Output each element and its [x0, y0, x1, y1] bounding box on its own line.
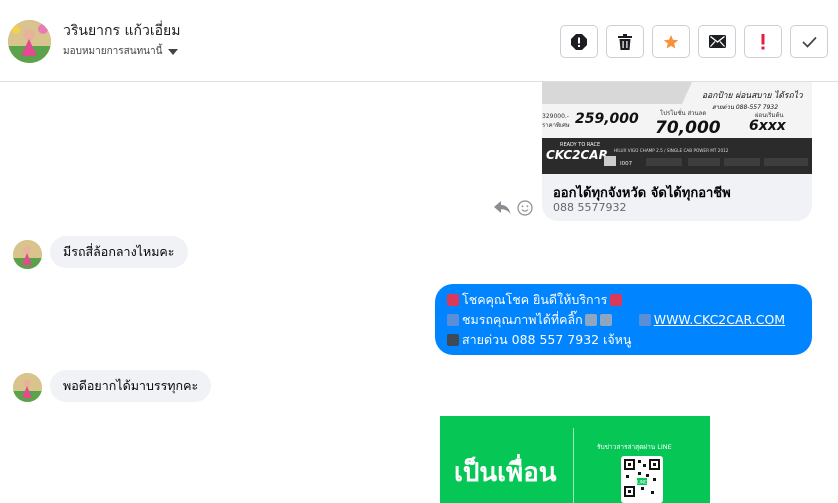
mark-done-button[interactable] — [790, 25, 828, 58]
outgoing-line-1: โชคคุณโชค ยินดีให้บริการ — [462, 292, 608, 307]
mark-unread-button[interactable] — [698, 25, 736, 58]
spam-report-button[interactable] — [560, 25, 598, 58]
assign-conversation-dropdown[interactable]: มอบหมายการสนทนานี้ — [63, 44, 179, 59]
ad-model: HILUX VIGO CHAMP 2.5 / SINGLE CAB POWER … — [614, 148, 729, 153]
caret-down-icon — [168, 48, 179, 55]
line-banner-headline: เป็นเพื่อน — [454, 458, 557, 488]
card-subtitle: 088 5577932 — [553, 201, 627, 214]
sender-avatar[interactable] — [13, 373, 42, 402]
qr-line-label: LINE — [637, 480, 647, 486]
assign-label: มอบหมายการสนทนานี้ — [63, 46, 163, 57]
qr-code-icon: LINE — [621, 456, 663, 503]
car-ad-image: ออกป้าย ผ่อนสบาย ได้รถไว สายด่วน 088-557… — [542, 82, 812, 174]
trash-icon — [618, 33, 632, 50]
conversation-header: วรินยากร แก้วเอี่ยม มอบหมายการสนทนานี้ — [0, 0, 838, 82]
line-add-friend-image[interactable]: เป็นเพื่อน รับข่าวสารล่าสุดผ่าน LINE LIN… — [440, 416, 710, 503]
ad-promo: 70,000 — [655, 118, 721, 138]
star-icon — [663, 34, 679, 49]
ad-promo-label: โปรโมชั่น ส่วนลด — [660, 109, 706, 117]
website-link[interactable]: WWW.CKC2CAR.COM — [654, 310, 785, 330]
down-arrow-emoji-icon — [584, 314, 597, 326]
contact-avatar[interactable] — [8, 20, 51, 63]
red-square-emoji-icon — [610, 294, 623, 306]
shared-post-card[interactable]: ออกป้าย ผ่อนสบาย ได้รถไว สายด่วน 088-557… — [542, 82, 812, 221]
alert-octagon-icon — [571, 33, 587, 50]
ad-brand: CKC2CAR — [546, 148, 608, 162]
ad-price-label: ราคาพิเศษ — [542, 122, 570, 129]
emoji-reaction-icon[interactable] — [517, 200, 533, 216]
ad-hotline: สายด่วน 088-557 7932 — [712, 104, 778, 111]
envelope-icon — [708, 35, 726, 48]
outgoing-line-3: สายด่วน 088 557 7932 เจ้หนู — [462, 332, 632, 347]
play-button-emoji-icon — [447, 314, 459, 326]
checkmark-icon — [801, 36, 817, 48]
reply-icon[interactable] — [494, 201, 511, 215]
ad-installment: 6xxx — [749, 118, 787, 134]
star-button[interactable] — [652, 25, 690, 58]
line-banner-divider — [573, 428, 574, 503]
ad-headline: ออกป้าย ผ่อนสบาย ได้รถไว — [702, 90, 804, 101]
exclamation-icon — [761, 33, 765, 49]
card-title: ออกได้ทุกจังหวัด จัดได้ทุกอาชีพ — [553, 186, 731, 201]
incoming-message: มีรถสี่ล้อกลางไหมคะ — [50, 236, 188, 268]
play-button-emoji-icon — [638, 314, 651, 326]
red-square-emoji-icon — [447, 294, 459, 306]
phone-emoji-icon — [447, 334, 459, 346]
conversation-actions — [560, 25, 828, 58]
sender-avatar[interactable] — [13, 240, 42, 269]
important-button[interactable] — [744, 25, 782, 58]
line-banner-caption: รับข่าวสารล่าสุดผ่าน LINE — [597, 443, 672, 451]
outgoing-message: โชคคุณโชค ยินดีให้บริการ ชมรถคุณภาพได้ที… — [435, 284, 812, 355]
ad-code: I007 — [620, 161, 633, 167]
contact-name[interactable]: วรินยากร แก้วเอี่ยม — [63, 20, 180, 42]
ad-price: 259,000 — [575, 111, 639, 127]
delete-button[interactable] — [606, 25, 644, 58]
incoming-message: พอดีอยากได้มาบรรทุกคะ — [50, 370, 212, 402]
outgoing-line-2: ชมรถคุณภาพได้ที่คลิ๊ก — [462, 312, 583, 327]
down-arrow-emoji-icon — [599, 314, 612, 326]
ad-price-old: 329000.- — [542, 113, 569, 120]
message-hover-tools — [494, 200, 533, 216]
